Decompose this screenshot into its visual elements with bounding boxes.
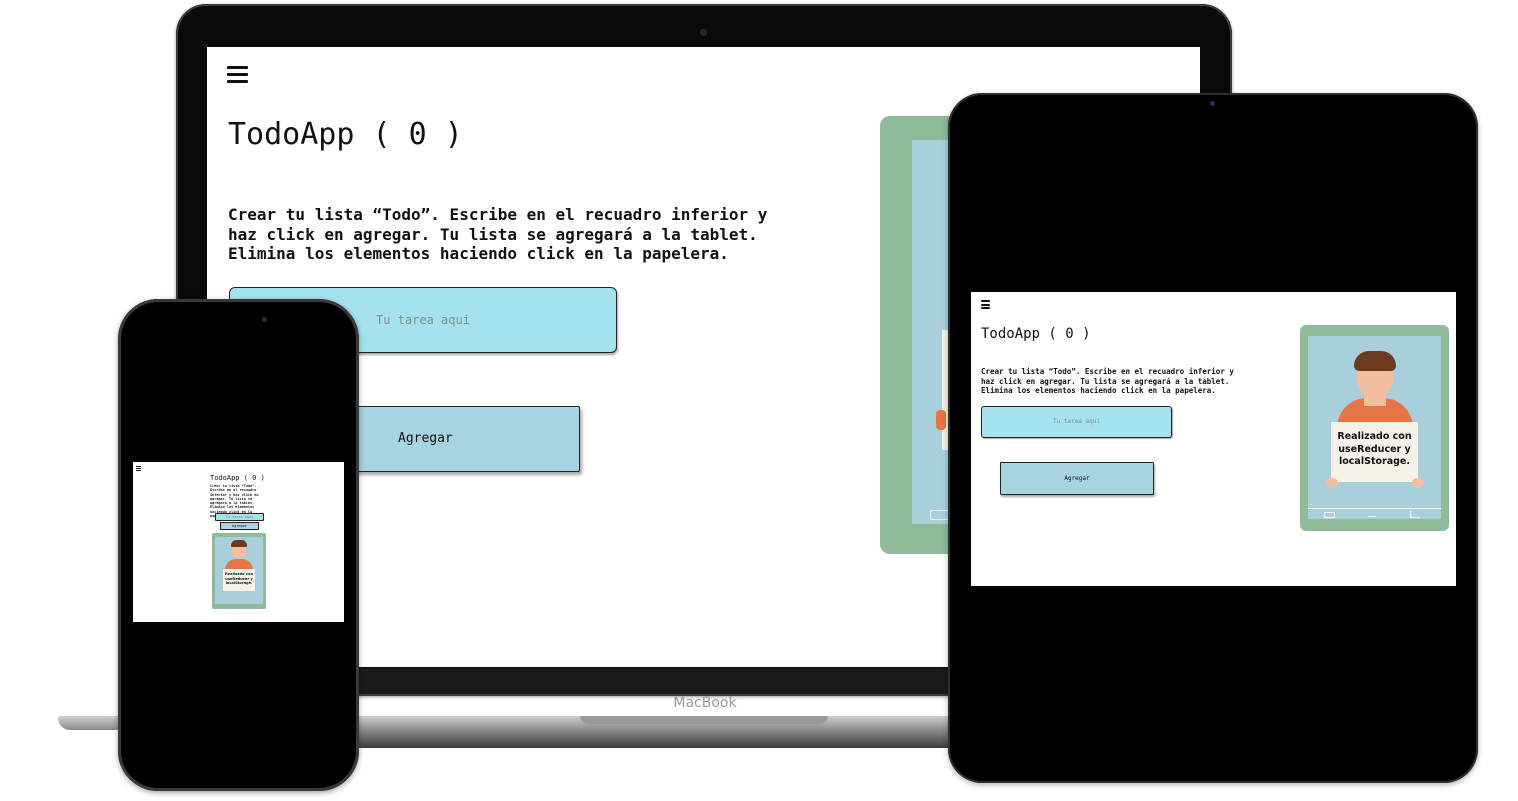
task-input[interactable]: Tu tarea aqui xyxy=(981,406,1172,438)
task-input-placeholder: Tu tarea aqui xyxy=(225,515,254,519)
camera-icon xyxy=(700,29,707,36)
hamburger-menu-icon[interactable] xyxy=(227,64,248,84)
person-hand-right xyxy=(1412,478,1424,488)
app-description: Crear tu lista “Todo”. Escribe en el rec… xyxy=(981,367,1234,395)
laptop-opening-notch xyxy=(580,716,828,724)
sign-line-2: useReducer y xyxy=(1338,443,1411,455)
illustration-screen: Realizado con useReducer y localStorage. xyxy=(1308,336,1441,519)
add-button-label: Agregar xyxy=(1064,475,1090,482)
sign-line-1: Realizado con xyxy=(1337,431,1412,442)
person-hair xyxy=(1354,351,1396,371)
page-title: TodoApp ( 0 ) xyxy=(228,117,463,152)
add-button-label: Agregar xyxy=(398,431,453,446)
add-button[interactable]: Agregar xyxy=(220,522,259,530)
phone-screen: TodoApp ( 0 ) Crear tu lista “Todo”. Esc… xyxy=(133,462,344,622)
phone-notch xyxy=(188,305,290,327)
illustration-screen: Realizado con useReducer y localStorage. xyxy=(215,537,263,604)
illustration-tablet: Realizado con useReducer y localStorage. xyxy=(1300,325,1449,531)
laptop-brand-label: MacBook xyxy=(673,695,737,711)
sign-text: Realizado con useReducer y localStorage. xyxy=(223,569,255,586)
camera-icon xyxy=(262,317,267,322)
page-title: TodoApp ( 0 ) xyxy=(210,474,265,482)
task-input[interactable]: Tu tarea aqui xyxy=(215,513,264,521)
sign-line-1: Realizado con xyxy=(224,572,254,576)
sign-line-3: localStorage. xyxy=(1339,456,1410,467)
person-hand-left xyxy=(1326,478,1338,488)
add-button[interactable]: Agregar xyxy=(1000,462,1154,495)
hamburger-menu-icon[interactable] xyxy=(136,466,141,471)
sign-text: Realizado con useReducer y localStorage. xyxy=(1331,422,1418,469)
tablet-screen: TodoApp ( 0 ) Crear tu lista “Todo”. Esc… xyxy=(971,292,1456,586)
camera-icon xyxy=(1210,101,1215,106)
nav-back-icon xyxy=(930,510,950,520)
sign-board: Realizado con useReducer y localStorage. xyxy=(223,569,255,591)
home-icon xyxy=(1410,511,1420,518)
page-title: TodoApp ( 0 ) xyxy=(981,326,1091,342)
person-hair xyxy=(231,540,247,547)
sweater-sleeve xyxy=(936,410,946,430)
sign-line-3: localStorage. xyxy=(225,581,253,586)
app-description: Crear tu lista “Todo”. Escribe en el rec… xyxy=(228,205,768,263)
illustration-nav-bar xyxy=(1308,508,1441,519)
illustration-tablet: Realizado con useReducer y localStorage. xyxy=(212,533,266,609)
back-icon xyxy=(1368,513,1376,517)
add-button-label: Agregar xyxy=(232,524,247,528)
sign-board: Realizado con useReducer y localStorage. xyxy=(1331,422,1418,482)
task-input-placeholder: Tu tarea aqui xyxy=(1053,418,1100,425)
hamburger-menu-icon[interactable] xyxy=(981,300,990,309)
recent-apps-icon xyxy=(1324,512,1335,518)
